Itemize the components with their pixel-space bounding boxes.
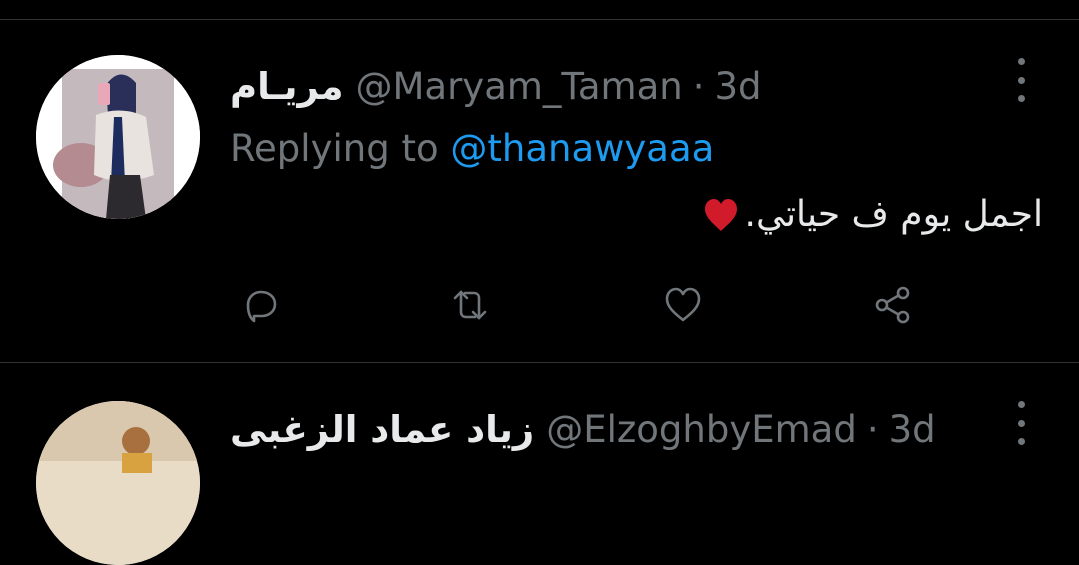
separator-dot: · xyxy=(692,65,705,108)
tweet-body: اجمل يوم ف حياتي. xyxy=(744,194,1043,235)
reply-button[interactable] xyxy=(236,280,286,330)
avatar[interactable] xyxy=(36,401,200,565)
avatar-photo xyxy=(36,55,200,219)
more-options-icon[interactable] xyxy=(1009,58,1033,102)
user-handle[interactable]: @Maryam_Taman xyxy=(355,65,682,109)
tweet[interactable]: زياد عماد الزغبى @ElzoghbyEmad · 3d xyxy=(0,363,1079,565)
like-icon xyxy=(665,287,701,322)
avatar-photo xyxy=(36,401,200,565)
share-button[interactable] xyxy=(868,280,918,330)
reply-icon xyxy=(246,290,277,323)
heart-emoji xyxy=(704,199,737,231)
retweet-button[interactable] xyxy=(445,280,495,330)
tweet-text: اجمل يوم ف حياتي. xyxy=(701,193,1043,237)
separator-dot: · xyxy=(866,408,879,451)
tweet-header: زياد عماد الزغبى @ElzoghbyEmad · 3d xyxy=(230,408,936,452)
replying-handle-link[interactable]: @thanawyaaa xyxy=(450,127,714,170)
display-name[interactable]: زياد عماد الزغبى xyxy=(230,408,534,452)
tweet[interactable]: مريـام @Maryam_Taman · 3d Replying to @t… xyxy=(0,0,1079,362)
retweet-icon xyxy=(453,290,487,320)
replying-to: Replying to @thanawyaaa xyxy=(230,127,714,171)
share-icon xyxy=(875,286,910,324)
timestamp[interactable]: 3d xyxy=(715,65,762,109)
like-button[interactable] xyxy=(658,280,708,330)
more-options-icon[interactable] xyxy=(1009,401,1033,445)
replying-prefix: Replying to xyxy=(230,127,439,170)
avatar[interactable] xyxy=(36,55,200,219)
display-name[interactable]: مريـام xyxy=(230,65,343,109)
tweet-actions xyxy=(0,280,1079,330)
user-handle[interactable]: @ElzoghbyEmad xyxy=(546,408,857,452)
timestamp[interactable]: 3d xyxy=(889,408,936,452)
tweet-header: مريـام @Maryam_Taman · 3d xyxy=(230,65,762,109)
